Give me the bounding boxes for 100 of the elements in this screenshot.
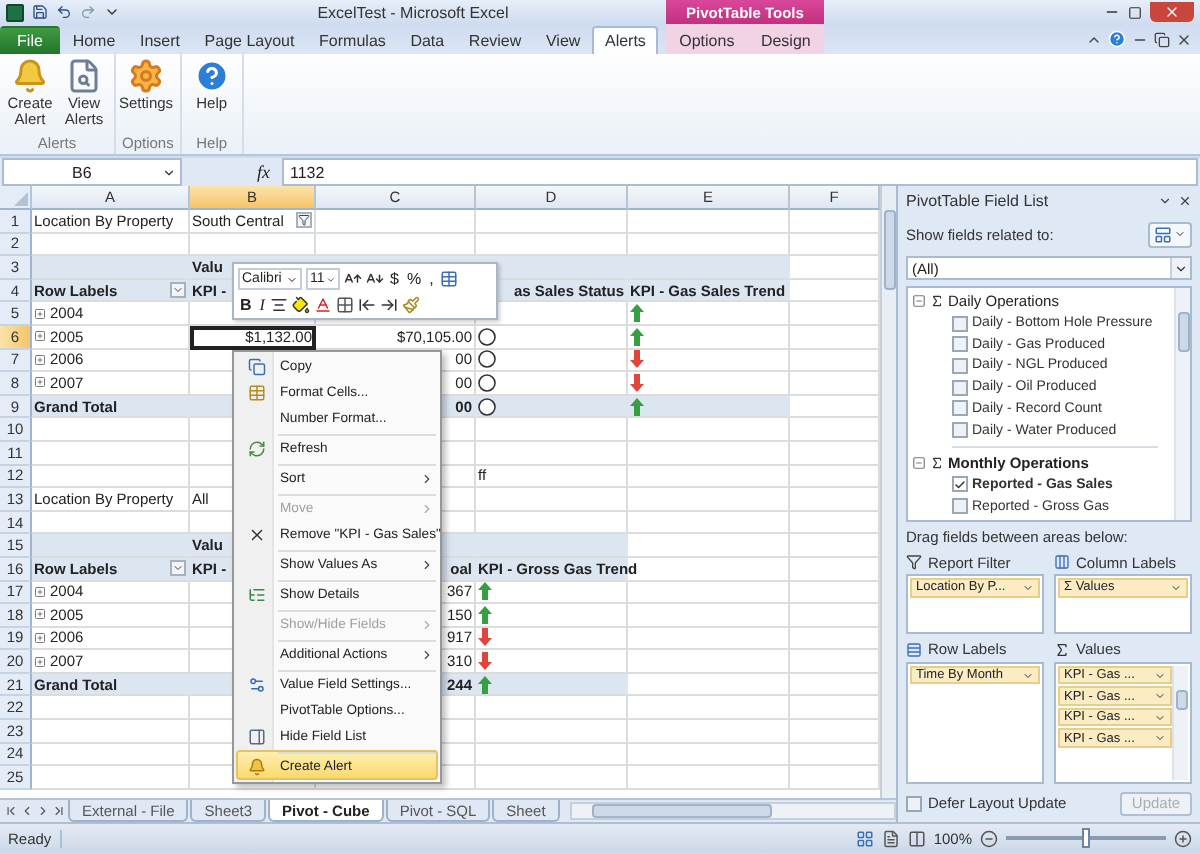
dropdown-icon xyxy=(1022,581,1034,594)
close-icon[interactable] xyxy=(1178,194,1192,208)
font-color-icon[interactable] xyxy=(314,295,333,313)
page-break-icon[interactable] xyxy=(907,829,926,847)
up-arrow-icon xyxy=(478,675,492,694)
settings-icon xyxy=(247,676,265,694)
format-symbol-button[interactable]: % xyxy=(404,270,424,288)
collapse-icon[interactable] xyxy=(912,294,926,309)
decrease-decimal-icon[interactable] xyxy=(380,295,399,313)
redo-icon[interactable] xyxy=(80,4,96,20)
collapse-icon[interactable] xyxy=(912,456,926,471)
ribbon-tab[interactable]: Alerts xyxy=(592,26,658,54)
checkbox[interactable] xyxy=(952,379,968,396)
expand-icon[interactable] xyxy=(34,631,46,644)
scrollbar-thumb[interactable] xyxy=(1175,689,1187,710)
sigma-icon xyxy=(930,294,944,309)
checkbox[interactable] xyxy=(952,498,968,515)
ribbon-tab[interactable]: Review xyxy=(456,26,534,54)
ribbon-tab[interactable]: File xyxy=(0,26,60,54)
ribbon-tab[interactable]: Formulas xyxy=(307,26,398,54)
ribbon-tab[interactable]: Design xyxy=(748,26,823,54)
undo-icon[interactable] xyxy=(56,4,72,20)
fill-color-icon[interactable] xyxy=(292,295,311,313)
document-search-icon xyxy=(66,58,102,94)
dropdown-icon xyxy=(1022,669,1034,681)
filter-icon xyxy=(906,554,922,570)
sigma-icon xyxy=(930,456,944,471)
align-center-icon[interactable] xyxy=(270,295,289,313)
save-icon[interactable] xyxy=(32,4,48,20)
zoom-in-icon[interactable] xyxy=(1174,829,1192,847)
checkbox[interactable] xyxy=(952,357,968,374)
window-title: ExcelTest - Microsoft Excel xyxy=(317,3,509,21)
scrollbar-thumb[interactable] xyxy=(1177,312,1189,352)
format-symbol-button[interactable]: $ xyxy=(388,270,401,288)
ribbon-tab[interactable]: Home xyxy=(60,26,128,54)
last-sheet-icon[interactable] xyxy=(52,804,66,818)
format-symbol-button[interactable]: , xyxy=(427,270,436,288)
page-layout-icon[interactable] xyxy=(881,829,900,847)
checkbox[interactable] xyxy=(952,476,968,493)
expand-icon[interactable] xyxy=(34,608,46,621)
table-icon[interactable] xyxy=(439,270,458,288)
sigma-icon xyxy=(1054,641,1070,658)
bell-icon xyxy=(247,758,265,776)
close-icon[interactable] xyxy=(1176,31,1192,47)
customize-icon[interactable] xyxy=(104,4,120,20)
first-sheet-icon[interactable] xyxy=(4,804,18,818)
dropdown-icon[interactable] xyxy=(162,165,176,179)
formula-field[interactable]: 1132 xyxy=(282,158,1198,186)
close-button[interactable] xyxy=(1150,2,1194,22)
checkbox[interactable] xyxy=(952,422,968,439)
expand-icon[interactable] xyxy=(34,655,46,668)
layout-button[interactable] xyxy=(1148,221,1192,247)
columns-icon xyxy=(1054,554,1070,570)
next-sheet-icon[interactable] xyxy=(36,804,50,818)
table-icon xyxy=(247,384,265,402)
checkbox[interactable] xyxy=(906,795,922,811)
dropdown-icon xyxy=(1170,581,1182,594)
scrollbar[interactable] xyxy=(1174,288,1190,520)
ribbon-tab[interactable]: Insert xyxy=(127,26,192,54)
shrink-font-icon[interactable] xyxy=(366,270,384,288)
normal-view-icon[interactable] xyxy=(855,829,874,847)
expand-icon[interactable] xyxy=(34,330,46,343)
increase-decimal-icon[interactable] xyxy=(358,295,377,313)
dropdown-icon xyxy=(1174,228,1186,240)
panel-title: PivotTable Field List xyxy=(906,192,1049,210)
panel-menu-icon[interactable] xyxy=(1158,194,1172,208)
zoom-out-icon[interactable] xyxy=(980,829,998,847)
grow-font-icon[interactable] xyxy=(344,270,362,288)
ribbon-tab[interactable]: Data xyxy=(398,26,457,54)
ribbon-tab[interactable]: View xyxy=(533,26,593,54)
expand-icon[interactable] xyxy=(34,376,46,389)
help-icon[interactable] xyxy=(1108,30,1126,48)
italic-button[interactable]: I xyxy=(257,295,267,313)
horizontal-scrollbar[interactable] xyxy=(569,802,896,820)
status-circle-icon xyxy=(478,327,496,346)
scrollbar[interactable] xyxy=(1172,665,1188,780)
maximize-icon[interactable] xyxy=(1128,5,1142,19)
expand-icon[interactable] xyxy=(34,307,46,320)
status-circle-icon xyxy=(478,373,496,392)
vertical-scrollbar[interactable] xyxy=(880,186,896,798)
expand-icon[interactable] xyxy=(34,585,46,598)
status-circle-icon xyxy=(478,397,496,416)
insert-function-button[interactable]: fx xyxy=(257,162,270,182)
layout-icon xyxy=(1154,225,1172,243)
ribbon-tab[interactable]: Options xyxy=(667,26,747,54)
checkbox[interactable] xyxy=(952,400,968,417)
ribbon-tab[interactable]: Page Layout xyxy=(192,26,307,54)
scrollbar-thumb[interactable] xyxy=(883,210,895,290)
up-arrow-icon xyxy=(630,397,644,416)
restore-icon[interactable] xyxy=(1154,31,1170,47)
name-box[interactable]: B6 xyxy=(2,158,182,186)
scrollbar-thumb[interactable] xyxy=(591,804,772,818)
borders-icon[interactable] xyxy=(336,295,355,313)
panel-icon xyxy=(247,728,265,746)
filter-icon[interactable] xyxy=(296,212,312,229)
previous-sheet-icon[interactable] xyxy=(20,804,34,818)
checkbox[interactable] xyxy=(952,315,968,332)
checkbox[interactable] xyxy=(952,336,968,353)
bold-button[interactable]: B xyxy=(238,295,254,313)
expand-icon[interactable] xyxy=(34,353,46,366)
